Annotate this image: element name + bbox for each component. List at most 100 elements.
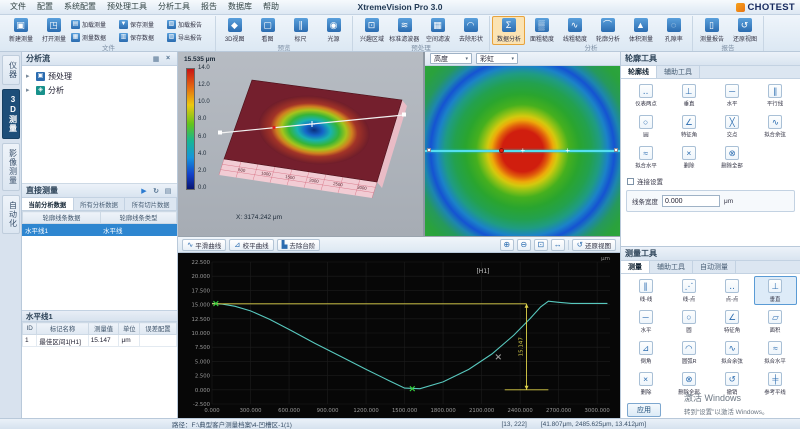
ribbon-small-button[interactable]: ▧加载报告: [166, 18, 213, 31]
menu-item[interactable]: 配置: [32, 0, 58, 14]
ribbon-button[interactable]: ⌒轮廓分析: [591, 16, 624, 45]
ribbon-button[interactable]: ⊡兴趣区域: [355, 16, 388, 45]
run-icon[interactable]: ▶: [139, 187, 149, 195]
ribbon-button[interactable]: ▒面粗糙度: [525, 16, 558, 45]
tool-button[interactable]: ×删除: [667, 143, 710, 172]
ribbon-button[interactable]: ◉光源: [317, 16, 350, 45]
line-width-input[interactable]: [662, 195, 720, 207]
height-select[interactable]: 高度 ▾: [430, 53, 472, 64]
ribbon-button[interactable]: ▯测量报告: [695, 16, 728, 45]
tab[interactable]: 所有切片数据: [125, 198, 177, 210]
tool-button[interactable]: ⊗删除全部: [667, 369, 710, 398]
expand-icon[interactable]: ▸: [26, 86, 33, 94]
side-tab[interactable]: 3D测量: [2, 89, 20, 139]
close-icon[interactable]: ×: [163, 55, 173, 62]
menu-item[interactable]: 帮助: [258, 0, 284, 14]
column-header[interactable]: 测量值: [88, 323, 119, 335]
column-header[interactable]: 轮廓线条类型: [101, 212, 177, 224]
connect-settings-checkbox[interactable]: [627, 178, 634, 185]
tool-button[interactable]: ∿拟合余弦: [711, 338, 754, 367]
topview-image[interactable]: + +: [425, 66, 620, 236]
section-handle[interactable]: [427, 148, 431, 152]
ribbon-small-button[interactable]: ▼保存测量: [118, 18, 165, 31]
tab[interactable]: 辅助工具: [650, 261, 693, 273]
column-header[interactable]: ID: [23, 323, 37, 335]
column-header[interactable]: 单位: [119, 323, 140, 335]
apply-button[interactable]: 应用: [627, 403, 661, 417]
column-header[interactable]: 轮廓线条数据: [23, 212, 101, 224]
tool-button[interactable]: ‥点-点: [711, 276, 754, 305]
tool-button[interactable]: ≈拟合水平: [624, 143, 667, 172]
flow-item[interactable]: ▸▣预处理: [24, 69, 175, 83]
tab[interactable]: 所有分析数据: [74, 198, 126, 210]
tool-button[interactable]: ↺撤销: [711, 369, 754, 398]
menu-item[interactable]: 报告: [196, 0, 222, 14]
profile-chart-area[interactable]: 0.000300.000600.000900.0001200.0001500.0…: [178, 253, 620, 418]
ribbon-button[interactable]: ◌孔隙率: [657, 16, 690, 45]
zoom-out-icon[interactable]: ⊖: [517, 239, 531, 251]
fit-view-icon[interactable]: ⊡: [534, 239, 548, 251]
reset-view-button[interactable]: ↺还原视图: [572, 239, 616, 251]
tool-button[interactable]: ∠特征角: [667, 112, 710, 141]
menu-item[interactable]: 系统配置: [59, 0, 101, 14]
tool-button[interactable]: ─水平: [624, 307, 667, 336]
tool-button[interactable]: ⊥垂直: [754, 276, 797, 305]
tool-button[interactable]: ×删除: [624, 369, 667, 398]
tool-button[interactable]: ⊗删除全部: [711, 143, 754, 172]
table-row[interactable]: 1最佳区间1[H1]15.147μm: [23, 335, 177, 347]
palette-select[interactable]: 彩虹 ▾: [476, 53, 518, 64]
ribbon-button[interactable]: ◳打开测量: [37, 16, 70, 45]
pan-icon[interactable]: ↔: [551, 239, 565, 251]
tool-button[interactable]: ⊿倒角: [624, 338, 667, 367]
profile-tool-button[interactable]: ∿平滑曲线: [182, 239, 226, 251]
tool-button[interactable]: ◠圆弧R: [667, 338, 710, 367]
zoom-in-icon[interactable]: ⊕: [500, 239, 514, 251]
ribbon-small-button[interactable]: ▦测量数据: [70, 31, 117, 44]
tool-button[interactable]: ≈拟合水平: [754, 338, 797, 367]
ribbon-button[interactable]: ▢看图: [251, 16, 284, 45]
tool-button[interactable]: ∥线-线: [624, 276, 667, 305]
ribbon-small-button[interactable]: ▤加载测量: [70, 18, 117, 31]
side-tab[interactable]: 自动化: [2, 195, 20, 234]
refresh-icon[interactable]: ↻: [151, 187, 161, 195]
tab[interactable]: 测量: [621, 261, 650, 273]
ribbon-button[interactable]: ▣新建测量: [4, 16, 37, 45]
tool-button[interactable]: ∿拟合余弦: [754, 112, 797, 141]
ribbon-button[interactable]: ∥标尺: [284, 16, 317, 45]
ribbon-button[interactable]: ↺还原视图: [728, 16, 761, 45]
ribbon-button[interactable]: ◠去除形状: [454, 16, 487, 45]
expand-icon[interactable]: ▸: [26, 72, 33, 80]
column-header[interactable]: 误差配置: [140, 323, 177, 335]
tool-button[interactable]: ─水平: [711, 81, 754, 110]
profile-tool-button[interactable]: ▙去除台阶: [277, 239, 321, 251]
table-row[interactable]: 水平线1水平线: [23, 224, 177, 236]
profile-tool-button[interactable]: ⊿校平曲线: [229, 239, 273, 251]
ribbon-small-button[interactable]: ▥保存数据: [118, 31, 165, 44]
tool-button[interactable]: ∥平行线: [754, 81, 797, 110]
tab[interactable]: 当前分析数据: [22, 198, 74, 210]
section-handle[interactable]: [218, 131, 222, 135]
list-icon[interactable]: ▤: [163, 187, 173, 195]
side-tab[interactable]: 仪器: [2, 55, 20, 85]
section-handle[interactable]: [402, 113, 406, 117]
view-3d[interactable]: 15.535 μm 14.012.010.08.06.04.02.00.0: [178, 52, 425, 236]
ribbon-button[interactable]: ◆3D视图: [218, 16, 251, 45]
section-handle[interactable]: [614, 148, 618, 152]
ribbon-button[interactable]: ▲体积测量: [624, 16, 657, 45]
ribbon-button[interactable]: Σ数据分析: [492, 16, 525, 45]
ribbon-button[interactable]: ∿线粗糙度: [558, 16, 591, 45]
ribbon-button[interactable]: ≋标准滤波器: [388, 16, 421, 45]
tab[interactable]: 自动测量: [693, 261, 736, 273]
panel-menu-icon[interactable]: ▦: [151, 55, 161, 63]
flow-item[interactable]: ▸◈分析: [24, 83, 175, 97]
tool-button[interactable]: ⊥垂直: [667, 81, 710, 110]
tool-button[interactable]: ∠特征角: [711, 307, 754, 336]
menu-item[interactable]: 数据库: [223, 0, 257, 14]
tool-button[interactable]: ○圆: [624, 112, 667, 141]
surface-3d-plot[interactable]: 50010001500200025003000: [214, 58, 419, 208]
tool-button[interactable]: ⋰线-点: [667, 276, 710, 305]
side-tab[interactable]: 影像测量: [2, 143, 20, 191]
menu-item[interactable]: 文件: [5, 0, 31, 14]
column-header[interactable]: 标记名称: [37, 323, 88, 335]
menu-item[interactable]: 分析工具: [153, 0, 195, 14]
